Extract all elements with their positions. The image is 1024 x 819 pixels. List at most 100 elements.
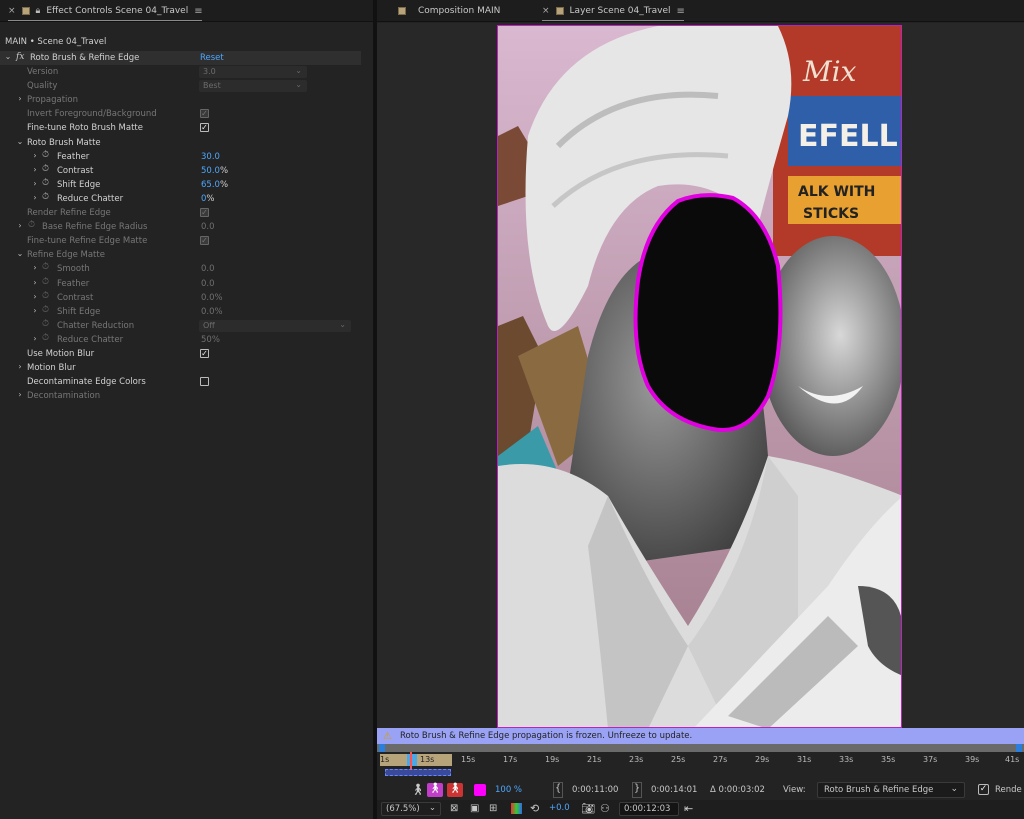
propagation-range[interactable] bbox=[385, 769, 451, 776]
color-channel-icon[interactable] bbox=[511, 803, 522, 814]
fit-frame-icon[interactable]: ⊠ bbox=[450, 803, 458, 814]
fine-tune-roto-checkbox[interactable]: ✓ bbox=[200, 123, 209, 133]
out-point-time[interactable]: 0:00:14:01 bbox=[651, 785, 697, 795]
stopwatch-icon[interactable]: ⏱︎ bbox=[42, 262, 49, 272]
view-dropdown[interactable]: Roto Brush & Refine Edge ⌄ bbox=[817, 782, 965, 798]
use-motion-blur-checkbox[interactable]: ✓ bbox=[200, 348, 209, 358]
prop-invert-fg-bg: Invert Foreground/Background ✓ bbox=[0, 107, 361, 121]
matte-color-swatch[interactable] bbox=[474, 784, 486, 796]
stopwatch-icon[interactable]: ⏱︎ bbox=[42, 333, 49, 343]
panel-menu-icon[interactable]: ≡ bbox=[677, 6, 685, 17]
stopwatch-icon[interactable]: ⏱︎ bbox=[42, 305, 49, 315]
current-frame-marker[interactable] bbox=[407, 754, 417, 766]
current-time-field[interactable]: 0:00:12:03 bbox=[619, 802, 679, 816]
tick-label: 15s bbox=[461, 755, 476, 764]
chevron-down-icon[interactable]: ⌄ bbox=[4, 52, 12, 61]
tab-layer-scene[interactable]: × Layer Scene 04_Travel ≡ bbox=[542, 0, 685, 22]
render-refine-edge-checkbox[interactable]: ✓ bbox=[200, 208, 209, 218]
close-icon[interactable]: × bbox=[542, 6, 550, 16]
stopwatch-icon[interactable]: ⏱︎ bbox=[42, 277, 49, 287]
chevron-right-icon[interactable]: › bbox=[16, 390, 24, 399]
foreground-brush-icon[interactable]: 🚶︎ bbox=[427, 783, 443, 797]
stopwatch-icon[interactable]: ⏱︎ bbox=[42, 164, 49, 174]
chevron-right-icon[interactable]: › bbox=[31, 165, 39, 174]
set-out-point-button[interactable]: } bbox=[632, 782, 642, 798]
decontaminate-checkbox[interactable] bbox=[200, 377, 209, 387]
reduce-chatter-value[interactable]: 0% bbox=[201, 194, 215, 204]
refine-shift-edge-value[interactable]: 0.0% bbox=[201, 307, 223, 317]
chevron-right-icon[interactable]: › bbox=[31, 193, 39, 202]
background-brush-icon[interactable]: 🚶︎ bbox=[447, 783, 463, 797]
work-area-end-handle[interactable] bbox=[1016, 744, 1022, 752]
refine-contrast-value[interactable]: 0.0% bbox=[201, 293, 223, 303]
group-decontamination[interactable]: › Decontamination bbox=[0, 389, 361, 403]
stopwatch-icon[interactable]: ⏱︎ bbox=[42, 192, 49, 202]
chevron-right-icon[interactable]: › bbox=[16, 221, 24, 230]
prop-propagation[interactable]: › Propagation bbox=[0, 93, 361, 107]
chevron-right-icon[interactable]: › bbox=[31, 306, 39, 315]
in-point-time[interactable]: 0:00:11:00 bbox=[572, 785, 618, 795]
stopwatch-icon[interactable]: ⏱︎ bbox=[42, 150, 49, 160]
base-radius-value[interactable]: 0.0 bbox=[201, 222, 215, 232]
value-unit: % bbox=[219, 165, 229, 176]
smooth-value[interactable]: 0.0 bbox=[201, 264, 215, 274]
contrast-value[interactable]: 50.0% bbox=[201, 166, 228, 176]
panel-menu-icon[interactable]: ≡ bbox=[194, 6, 202, 17]
fine-tune-refine-checkbox[interactable]: ✓ bbox=[200, 236, 209, 246]
footage-frame[interactable]: Mix EFELL ALK WITH STICKS bbox=[497, 25, 902, 728]
stopwatch-icon[interactable]: ⏱︎ bbox=[42, 178, 49, 188]
sync-time-icon[interactable]: ⇤ bbox=[684, 802, 693, 815]
group-refine-edge-matte[interactable]: ⌄ Refine Edge Matte bbox=[0, 248, 361, 262]
exposure-value[interactable]: +0.0 bbox=[549, 803, 570, 813]
shift-edge-value[interactable]: 65.0% bbox=[201, 180, 228, 190]
value-number[interactable]: 50.0 bbox=[201, 166, 220, 176]
tick-label: 25s bbox=[671, 755, 686, 764]
refine-reduce-chatter-value[interactable]: 50% bbox=[201, 335, 220, 345]
chevron-down-icon[interactable]: ⌄ bbox=[16, 249, 24, 258]
quality-dropdown[interactable]: Best ⌄ bbox=[199, 80, 307, 93]
effect-header-row[interactable]: ⌄ fx Roto Brush & Refine Edge Reset bbox=[0, 51, 361, 66]
chevron-right-icon[interactable]: › bbox=[16, 94, 24, 103]
layer-viewer[interactable]: Mix EFELL ALK WITH STICKS bbox=[377, 23, 1024, 728]
version-dropdown[interactable]: 3.0 ⌄ bbox=[199, 66, 307, 79]
zoom-dropdown[interactable]: (67.5%) ⌄ bbox=[381, 802, 441, 816]
group-roto-brush-matte[interactable]: ⌄ Roto Brush Matte bbox=[0, 136, 361, 150]
chatter-reduction-dropdown[interactable]: Off ⌄ bbox=[199, 319, 351, 332]
close-icon[interactable]: × bbox=[8, 6, 16, 16]
safe-margins-icon[interactable]: ▣ bbox=[470, 803, 479, 814]
roto-brush-tool-icon[interactable]: 🚶︎ bbox=[411, 783, 425, 796]
chevron-right-icon[interactable]: › bbox=[31, 334, 39, 343]
grid-toggle-icon[interactable]: ⊞ bbox=[489, 803, 497, 814]
set-in-point-button[interactable]: { bbox=[553, 782, 563, 798]
prop-label: Feather bbox=[57, 278, 90, 289]
render-checkbox[interactable]: ✓ bbox=[978, 784, 989, 795]
group-motion-blur[interactable]: › Motion Blur bbox=[0, 361, 361, 375]
chevron-down-icon[interactable]: ⌄ bbox=[16, 137, 24, 146]
tab-effect-controls[interactable]: × 🔒︎ Effect Controls Scene 04_Travel ≡ bbox=[8, 0, 203, 22]
work-area-bar[interactable] bbox=[377, 744, 1024, 752]
tab-composition-main[interactable]: Composition MAIN bbox=[398, 0, 500, 22]
chevron-right-icon[interactable]: › bbox=[16, 362, 24, 371]
chevron-right-icon[interactable]: › bbox=[31, 278, 39, 287]
work-area-start-handle[interactable] bbox=[379, 744, 385, 752]
fx-icon[interactable]: fx bbox=[16, 52, 24, 62]
lock-icon[interactable]: 🔒︎ bbox=[36, 6, 41, 16]
chevron-right-icon[interactable]: › bbox=[31, 263, 39, 272]
stopwatch-icon[interactable]: ⏱︎ bbox=[28, 220, 35, 230]
reset-link[interactable]: Reset bbox=[200, 53, 224, 63]
feather-value[interactable]: 30.0 bbox=[201, 152, 220, 162]
overlay-opacity-value[interactable]: 100 % bbox=[495, 785, 522, 795]
value-number[interactable]: 65.0 bbox=[201, 180, 220, 190]
snapshot-camera-icon[interactable]: 📷︎ bbox=[581, 802, 595, 815]
chevron-right-icon[interactable]: › bbox=[31, 151, 39, 160]
roto-matte-overlay[interactable] bbox=[633, 193, 783, 432]
chevron-right-icon[interactable]: › bbox=[31, 179, 39, 188]
refine-feather-value[interactable]: 0.0 bbox=[201, 279, 215, 289]
chevron-right-icon[interactable]: › bbox=[31, 292, 39, 301]
stopwatch-icon[interactable]: ⏱︎ bbox=[42, 319, 49, 329]
timeline-ruler[interactable]: 1s 13s 15s 17s 19s 21s 23s 25s 27s 29s 3… bbox=[377, 744, 1024, 784]
stopwatch-icon[interactable]: ⏱︎ bbox=[42, 291, 49, 301]
show-snapshot-icon[interactable]: ⚇ bbox=[600, 802, 610, 815]
exposure-reset-icon[interactable]: ⟲ bbox=[530, 802, 539, 815]
invert-checkbox[interactable]: ✓ bbox=[200, 109, 209, 119]
